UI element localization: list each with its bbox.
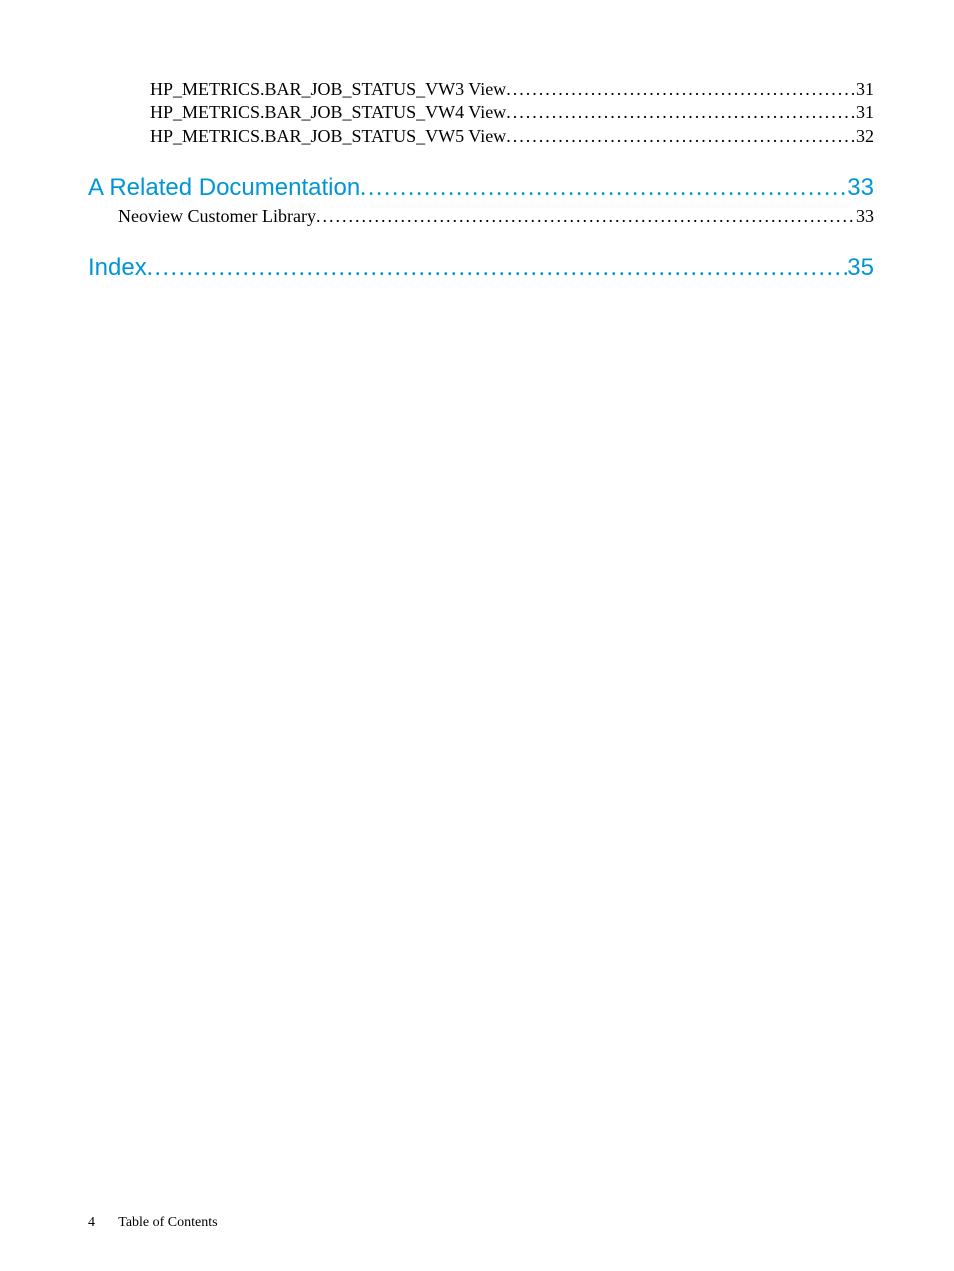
toc-entry[interactable]: HP_METRICS.BAR_JOB_STATUS_VW4 View 31	[88, 101, 874, 124]
toc-entry-page: 33	[856, 205, 874, 228]
toc-dots	[147, 252, 848, 284]
toc-entry[interactable]: Neoview Customer Library 33	[88, 205, 874, 228]
footer-title: Table of Contents	[118, 1215, 217, 1230]
toc-entry-label: Neoview Customer Library	[118, 205, 316, 228]
toc-dots	[506, 125, 856, 148]
footer-page-number: 4	[88, 1215, 95, 1230]
toc-entry-label: HP_METRICS.BAR_JOB_STATUS_VW5 View	[150, 125, 506, 148]
toc-section-label: Index	[88, 252, 147, 284]
toc-entry-label: HP_METRICS.BAR_JOB_STATUS_VW4 View	[150, 101, 506, 124]
toc-section-page: 33	[847, 172, 874, 204]
toc-section-heading[interactable]: A Related Documentation 33	[88, 172, 874, 204]
toc-entry[interactable]: HP_METRICS.BAR_JOB_STATUS_VW3 View 31	[88, 78, 874, 101]
toc-dots	[360, 172, 847, 204]
toc-section-label: A Related Documentation	[88, 172, 360, 204]
toc-entry-page: 31	[856, 101, 874, 124]
toc-dots	[316, 205, 856, 228]
page: HP_METRICS.BAR_JOB_STATUS_VW3 View 31 HP…	[0, 0, 954, 1271]
toc-section-heading[interactable]: Index 35	[88, 252, 874, 284]
toc-entry-page: 32	[856, 125, 874, 148]
spacer	[88, 228, 874, 252]
spacer	[88, 148, 874, 172]
page-footer: 4 Table of Contents	[88, 1215, 218, 1231]
toc-dots	[506, 78, 856, 101]
toc-section-page: 35	[847, 252, 874, 284]
toc-entry[interactable]: HP_METRICS.BAR_JOB_STATUS_VW5 View 32	[88, 125, 874, 148]
toc-entry-page: 31	[856, 78, 874, 101]
toc-dots	[506, 101, 856, 124]
toc-entry-label: HP_METRICS.BAR_JOB_STATUS_VW3 View	[150, 78, 506, 101]
